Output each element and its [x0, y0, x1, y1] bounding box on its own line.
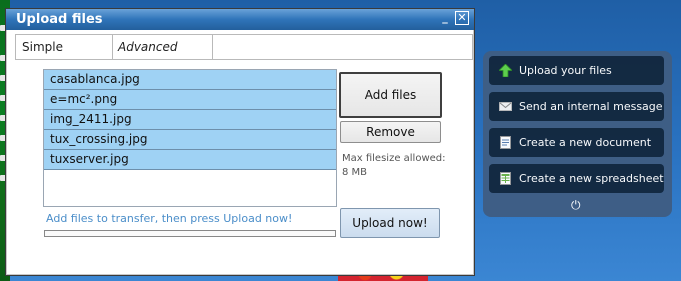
dialog-title: Upload files — [16, 12, 103, 27]
file-list-item[interactable]: tux_crossing.jpg — [44, 130, 336, 150]
new-spreadsheet-action[interactable]: Create a new spreadsheet — [489, 164, 664, 193]
upload-hint: Add files to transfer, then press Upload… — [46, 212, 293, 225]
dialog-titlebar[interactable]: Upload files _ ✕ — [6, 9, 474, 30]
remove-button[interactable]: Remove — [340, 121, 441, 143]
new-document-label: Create a new document — [519, 136, 652, 149]
file-list-item[interactable]: tuxserver.jpg — [44, 150, 336, 170]
send-message-label: Send an internal message — [519, 100, 663, 113]
file-list[interactable]: casablanca.jpg e=mc².png img_2411.jpg tu… — [43, 69, 337, 207]
new-spreadsheet-label: Create a new spreadsheet — [519, 172, 664, 185]
max-filesize-note: Max filesize allowed: 8 MB — [342, 153, 446, 178]
file-list-item[interactable]: casablanca.jpg — [44, 70, 336, 90]
upload-dialog: Upload files _ ✕ Simple Advanced casabla… — [5, 8, 475, 276]
upload-files-action[interactable]: Upload your files — [489, 56, 664, 85]
tab-simple[interactable]: Simple — [16, 35, 113, 59]
quick-actions-panel: Upload your files Send an internal messa… — [483, 51, 672, 217]
minimize-button[interactable]: _ — [438, 11, 452, 25]
envelope-icon — [499, 102, 512, 111]
file-list-item[interactable]: e=mc².png — [44, 90, 336, 110]
mode-tabs: Simple Advanced — [15, 34, 473, 60]
add-files-button[interactable]: Add files — [339, 72, 442, 118]
document-icon — [500, 136, 511, 149]
upload-files-label: Upload your files — [519, 64, 612, 77]
send-message-action[interactable]: Send an internal message — [489, 92, 664, 121]
tab-advanced[interactable]: Advanced — [112, 35, 213, 59]
file-list-item[interactable]: img_2411.jpg — [44, 110, 336, 130]
close-button[interactable]: ✕ — [455, 11, 469, 25]
upload-progress-bar — [44, 230, 336, 237]
upload-arrow-icon — [499, 64, 512, 77]
new-document-action[interactable]: Create a new document — [489, 128, 664, 157]
upload-now-button[interactable]: Upload now! — [340, 208, 440, 238]
power-icon[interactable]: ⏻ — [571, 198, 581, 213]
spreadsheet-icon — [500, 172, 511, 185]
